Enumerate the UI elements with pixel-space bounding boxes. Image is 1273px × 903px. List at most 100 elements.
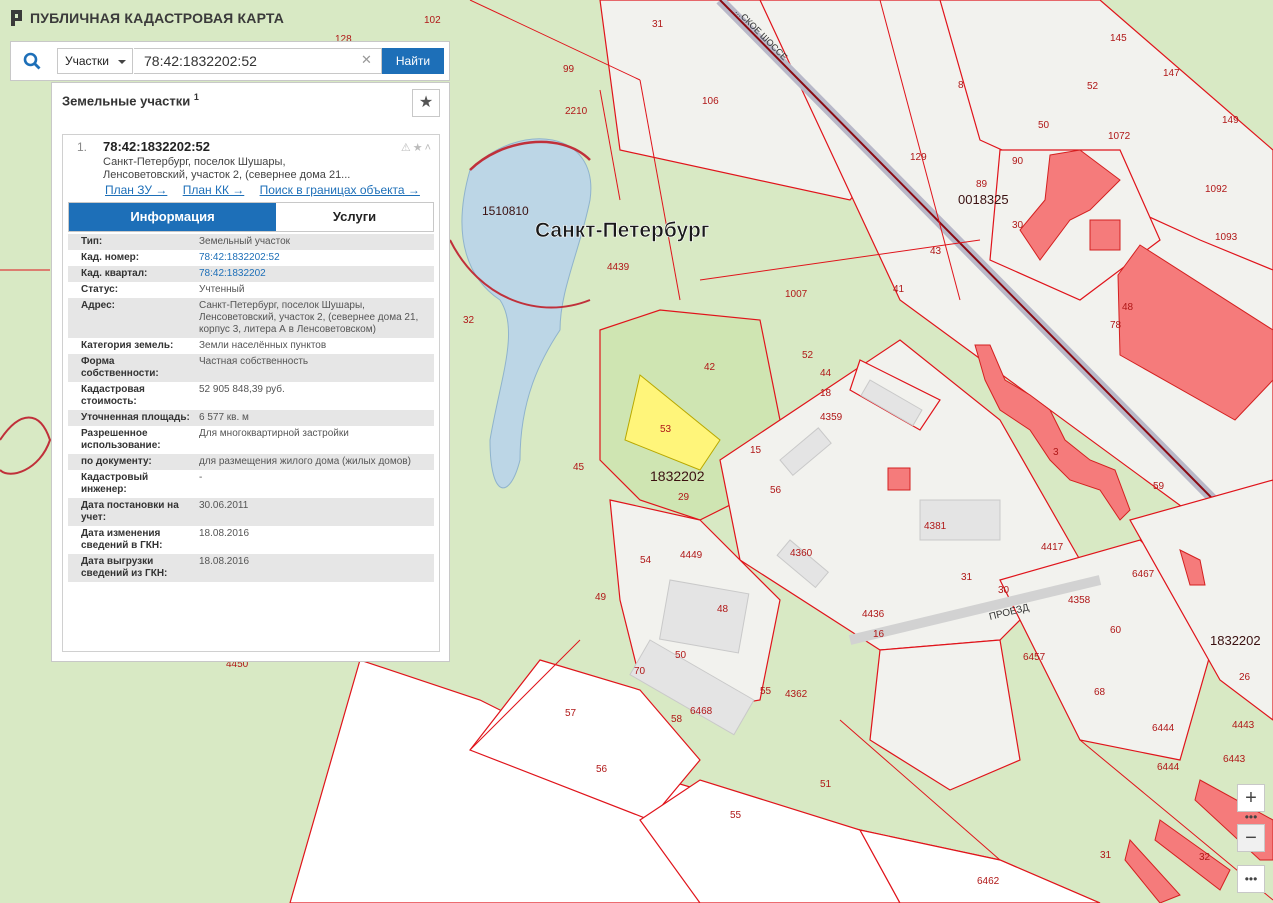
info-key: Разрешенное использование:	[81, 428, 161, 451]
info-key: Кад. квартал:	[81, 268, 148, 279]
parcel-label: 41	[893, 284, 905, 295]
zoom-in-button[interactable]: +	[1237, 784, 1265, 812]
parcel-label: 6462	[977, 876, 1000, 887]
parcel-label: 102	[424, 15, 441, 26]
search-input[interactable]: 78:42:1832202:52	[134, 48, 382, 74]
search-icon[interactable]	[23, 52, 41, 70]
info-row: Дата постановки на учет: 30.06.2011	[68, 498, 434, 526]
result-card[interactable]: 1. 78:42:1832202:52 Санкт-Петербург, пос…	[62, 134, 440, 652]
info-key: Кад. номер:	[81, 252, 140, 263]
search-bar: Участки 78:42:1832202:52 ✕ Найти	[10, 41, 450, 81]
result-number: 1.	[77, 140, 88, 154]
parcel-label: 49	[595, 592, 607, 603]
parcel-label: 1092	[1205, 184, 1228, 195]
parcel-label: 55	[730, 810, 742, 821]
parcel-label: 60	[1110, 625, 1122, 636]
quarter-label: 0018325	[958, 192, 1009, 207]
parcel-label: 6457	[1023, 652, 1046, 663]
info-row: Кад. квартал: 78:42:1832202	[68, 266, 434, 282]
parcel-label: 16	[873, 629, 885, 640]
info-row: Дата выгрузки сведений из ГКН: 18.08.2016	[68, 554, 434, 582]
more-icon[interactable]: •••	[1237, 810, 1265, 824]
info-table: Тип: Земельный участок Кад. номер: 78:42:18…	[68, 234, 434, 582]
info-key: Тип:	[81, 236, 103, 247]
parcel-label: 78	[1110, 320, 1122, 331]
info-value: Для многоквартирной застройки	[199, 428, 349, 439]
parcel-label: 6443	[1223, 754, 1246, 765]
parcel-label: 145	[1110, 33, 1127, 44]
parcel-label: 4360	[790, 548, 813, 559]
info-row: Дата изменения сведений в ГКН: 18.08.2016	[68, 526, 434, 554]
zoom-out-button[interactable]: −	[1237, 824, 1265, 852]
find-button[interactable]: Найти	[382, 48, 444, 74]
info-value[interactable]: 78:42:1832202:52	[195, 250, 434, 266]
parcel-label: 42	[704, 362, 716, 373]
close-icon[interactable]: ✕	[361, 52, 372, 68]
result-cad-number: 78:42:1832202:52	[103, 139, 210, 154]
info-row: по документу: для размещения жилого дома …	[68, 454, 434, 470]
info-key: по документу:	[81, 456, 152, 467]
parcel-label: 29	[678, 492, 690, 503]
parcel-label: 4358	[1068, 595, 1091, 606]
parcel-label: 8	[958, 80, 964, 91]
parcel-label: 43	[930, 246, 942, 257]
parcel-label: 58	[671, 714, 683, 725]
parcel-label: 4449	[680, 550, 703, 561]
parcel-label: 55	[760, 686, 772, 697]
object-type-value: Участки	[65, 54, 109, 68]
tab-information[interactable]: Информация	[69, 203, 276, 231]
parcel-label: 3	[1053, 447, 1059, 458]
parcel-label: 52	[802, 350, 814, 361]
info-key: Адрес:	[81, 300, 115, 311]
info-key: Кадастровый инженер:	[81, 472, 149, 495]
parcel-label: 1007	[785, 289, 808, 300]
parcel-label: 45	[573, 462, 585, 473]
object-type-select[interactable]: Участки	[57, 48, 133, 74]
info-value: 18.08.2016	[199, 528, 250, 539]
quarter-label: 1510810	[482, 204, 529, 218]
parcel-label: 18	[820, 388, 832, 399]
quarter-label: 1832202	[650, 468, 705, 484]
parcel-label: 51	[820, 779, 832, 790]
parcel-label: 32	[463, 315, 475, 326]
parcel-label: 149	[1222, 115, 1239, 126]
plan-kk-link[interactable]: План КК →	[183, 183, 245, 197]
warning-icon[interactable]: ⚠	[401, 142, 413, 154]
parcel-label: 15	[750, 445, 762, 456]
parcel-label: 147	[1163, 68, 1180, 79]
info-value[interactable]: 78:42:1832202	[195, 266, 434, 282]
more-options-button[interactable]: •••	[1237, 865, 1265, 893]
card-actions[interactable]: ⚠★˄	[401, 141, 433, 154]
parcel-label: 2210	[565, 106, 588, 117]
info-row: Уточненная площадь: 6 577 кв. м	[68, 410, 434, 426]
info-value: Земли населённых пунктов	[199, 340, 327, 351]
info-key: Кадастровая стоимость:	[81, 384, 145, 407]
info-value: 30.06.2011	[199, 500, 249, 511]
info-row: Тип: Земельный участок	[68, 234, 434, 250]
info-row: Адрес: Санкт-Петербург, поселок Шушары, Л…	[68, 298, 434, 338]
info-value: 6 577 кв. м	[199, 412, 249, 423]
result-count: 1	[193, 92, 199, 102]
results-panel: Земельные участки 1 ★ 1. 78:42:1832202:5…	[51, 82, 450, 662]
info-row: Разрешенное использование: Для многокварт…	[68, 426, 434, 454]
tab-services[interactable]: Услуги	[276, 203, 433, 231]
parcel-label: 56	[596, 764, 608, 775]
info-row: Кад. номер: 78:42:1832202:52	[68, 250, 434, 266]
info-row: Форма собственности: Частная собственност…	[68, 354, 434, 382]
favorites-button[interactable]: ★	[412, 89, 440, 117]
info-key: Дата изменения сведений в ГКН:	[81, 528, 163, 551]
parcel-label: 26	[1239, 672, 1251, 683]
parcel-label: 129	[910, 152, 927, 163]
info-key: Форма собственности:	[81, 356, 159, 379]
parcel-label: 4443	[1232, 720, 1255, 731]
plan-zu-link[interactable]: План ЗУ →	[105, 183, 167, 197]
parcel-label: 4417	[1041, 542, 1064, 553]
search-in-bounds-link[interactable]: Поиск в границах объекта →	[260, 183, 420, 197]
parcel-label: 1072	[1108, 131, 1131, 142]
result-address: Санкт-Петербург, поселок Шушары, Ленсове…	[103, 156, 351, 181]
chevron-up-icon[interactable]: ˄	[425, 142, 433, 154]
parcel-label: 56	[770, 485, 782, 496]
star-icon[interactable]: ★	[413, 142, 425, 154]
info-row: Кадастровая стоимость: 52 905 848,39 руб.	[68, 382, 434, 410]
parcel-label: 54	[640, 555, 652, 566]
